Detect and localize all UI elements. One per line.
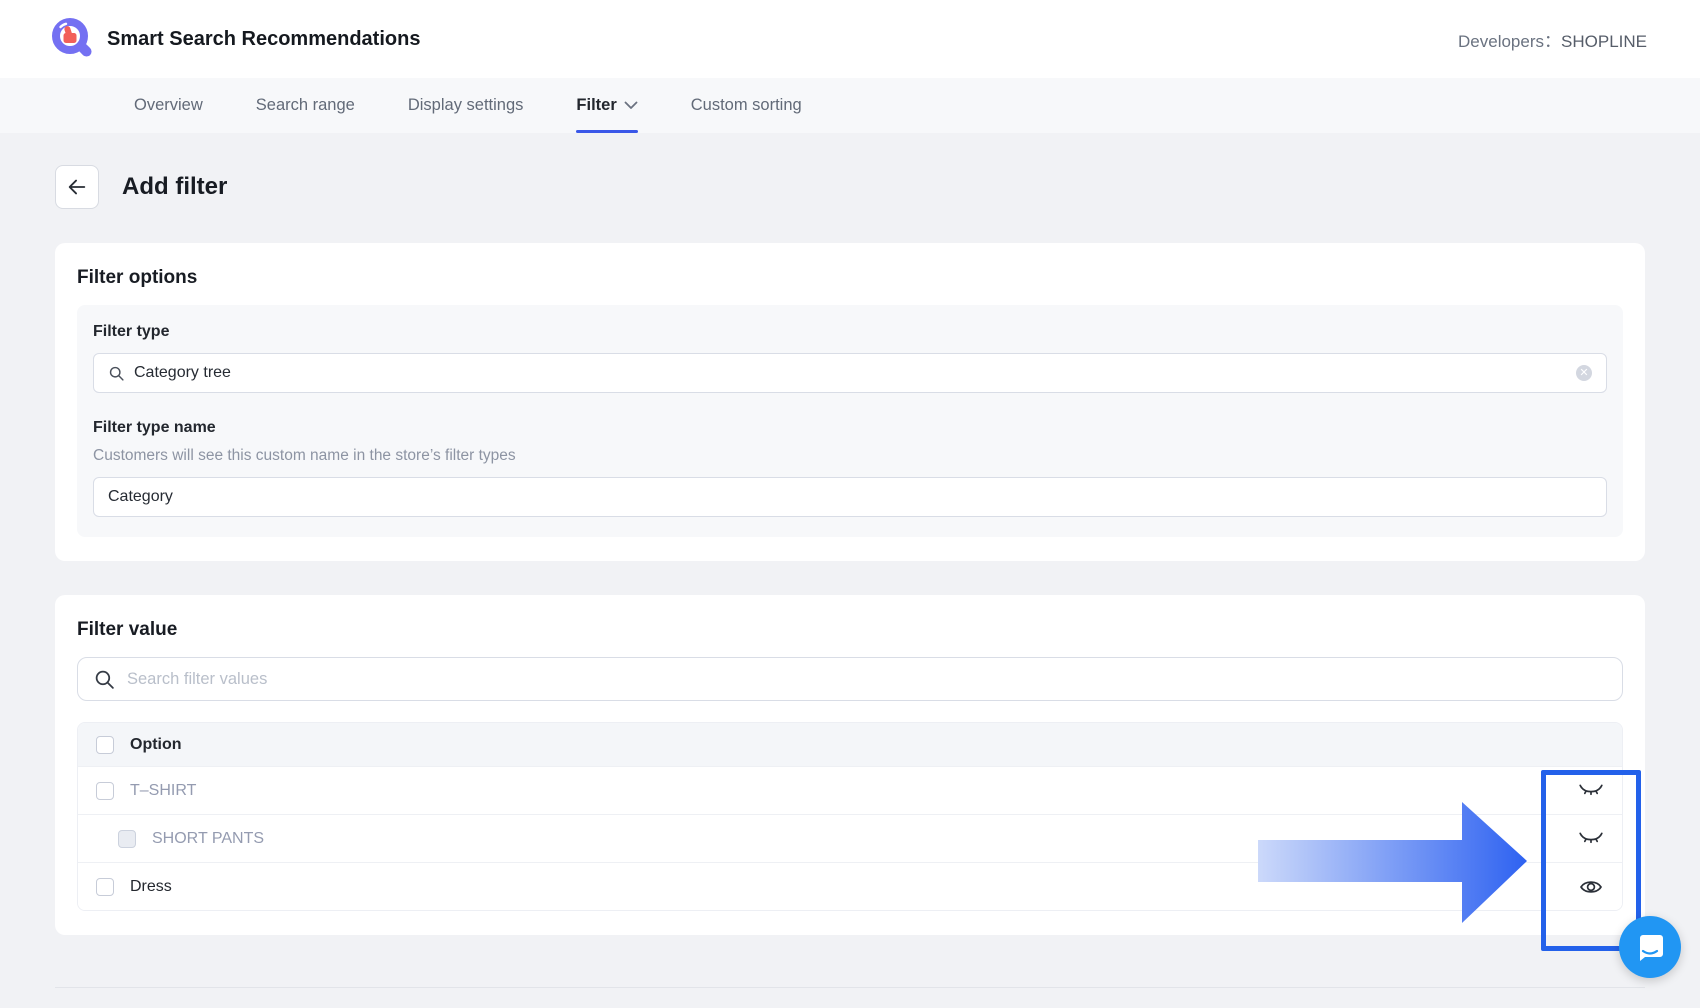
tab-filter[interactable]: Filter xyxy=(576,78,639,133)
arrow-left-icon xyxy=(68,179,86,195)
tab-display-settings[interactable]: Display settings xyxy=(408,78,524,133)
developers-info: Developers：SHOPLINE xyxy=(1458,27,1647,52)
table-row[interactable]: SHORT PANTS xyxy=(78,814,1622,862)
filter-value-search-input[interactable] xyxy=(127,669,1606,689)
eye-closed-icon xyxy=(1579,784,1603,795)
page-title: Add filter xyxy=(122,173,228,200)
table-row[interactable]: T–SHIRT xyxy=(78,766,1622,814)
filter-value-card: Filter value Option T–SHIRT SHORT PANTS xyxy=(55,595,1645,935)
visibility-toggle[interactable] xyxy=(1578,778,1604,804)
back-button[interactable] xyxy=(55,165,99,209)
page-head: Add filter xyxy=(55,165,1700,209)
developers-value: SHOPLINE xyxy=(1561,31,1647,51)
filter-type-input[interactable] xyxy=(134,364,1567,382)
chevron-down-icon xyxy=(624,101,638,109)
row-checkbox[interactable] xyxy=(96,877,114,896)
visibility-toggle[interactable] xyxy=(1578,874,1604,900)
filter-type-name-help: Customers will see this custom name in t… xyxy=(93,447,516,464)
tab-label: Custom sorting xyxy=(690,96,802,114)
filter-type-name-field[interactable] xyxy=(93,477,1607,517)
table-body: T–SHIRT SHORT PANTS Dress xyxy=(78,766,1622,910)
row-checkbox[interactable] xyxy=(96,781,114,800)
visibility-toggle[interactable] xyxy=(1578,826,1604,852)
tab-label: Search range xyxy=(255,96,355,114)
app-logo-icon xyxy=(52,18,92,57)
filter-options-title: Filter options xyxy=(77,267,198,288)
filter-options-card: Filter options Filter type ✕ Filter type… xyxy=(55,243,1645,561)
select-all-checkbox[interactable] xyxy=(96,735,114,754)
tab-overview[interactable]: Overview xyxy=(134,78,203,133)
search-icon xyxy=(95,670,114,689)
row-label: SHORT PANTS xyxy=(152,829,265,847)
tab-search-range[interactable]: Search range xyxy=(256,78,355,133)
search-icon xyxy=(109,366,124,381)
eye-open-icon xyxy=(1580,880,1602,893)
chat-launcher-button[interactable] xyxy=(1619,916,1681,978)
filter-value-search[interactable] xyxy=(77,657,1623,701)
filter-type-name-input[interactable] xyxy=(108,488,1592,506)
row-label: Dress xyxy=(130,877,172,895)
tab-bar: Overview Search range Display settings F… xyxy=(0,78,1700,133)
eye-closed-icon xyxy=(1579,832,1603,843)
app-title: Smart Search Recommendations xyxy=(107,27,421,50)
row-checkbox[interactable] xyxy=(118,829,136,848)
developers-label: Developers： xyxy=(1458,31,1562,51)
row-label: T–SHIRT xyxy=(130,781,197,799)
filter-value-table: Option T–SHIRT SHORT PANTS Dress xyxy=(77,722,1623,911)
tab-label: Overview xyxy=(134,96,203,114)
filter-options-panel: Filter type ✕ Filter type name Customers… xyxy=(77,305,1623,537)
filter-type-label: Filter type xyxy=(93,323,170,340)
tab-label: Display settings xyxy=(407,96,524,114)
filter-value-title: Filter value xyxy=(77,619,178,640)
chat-bubble-icon xyxy=(1640,935,1663,961)
tab-label: Filter xyxy=(576,96,617,114)
clear-icon[interactable]: ✕ xyxy=(1576,365,1592,381)
filter-type-name-label: Filter type name xyxy=(93,419,216,436)
table-header-row: Option xyxy=(78,723,1622,766)
filter-type-select[interactable]: ✕ xyxy=(93,353,1607,393)
footer-divider xyxy=(55,987,1645,988)
table-row[interactable]: Dress xyxy=(78,862,1622,910)
app-header: Smart Search Recommendations Developers：… xyxy=(0,0,1700,78)
table-header-label: Option xyxy=(130,735,182,753)
tab-custom-sorting[interactable]: Custom sorting xyxy=(691,78,802,133)
